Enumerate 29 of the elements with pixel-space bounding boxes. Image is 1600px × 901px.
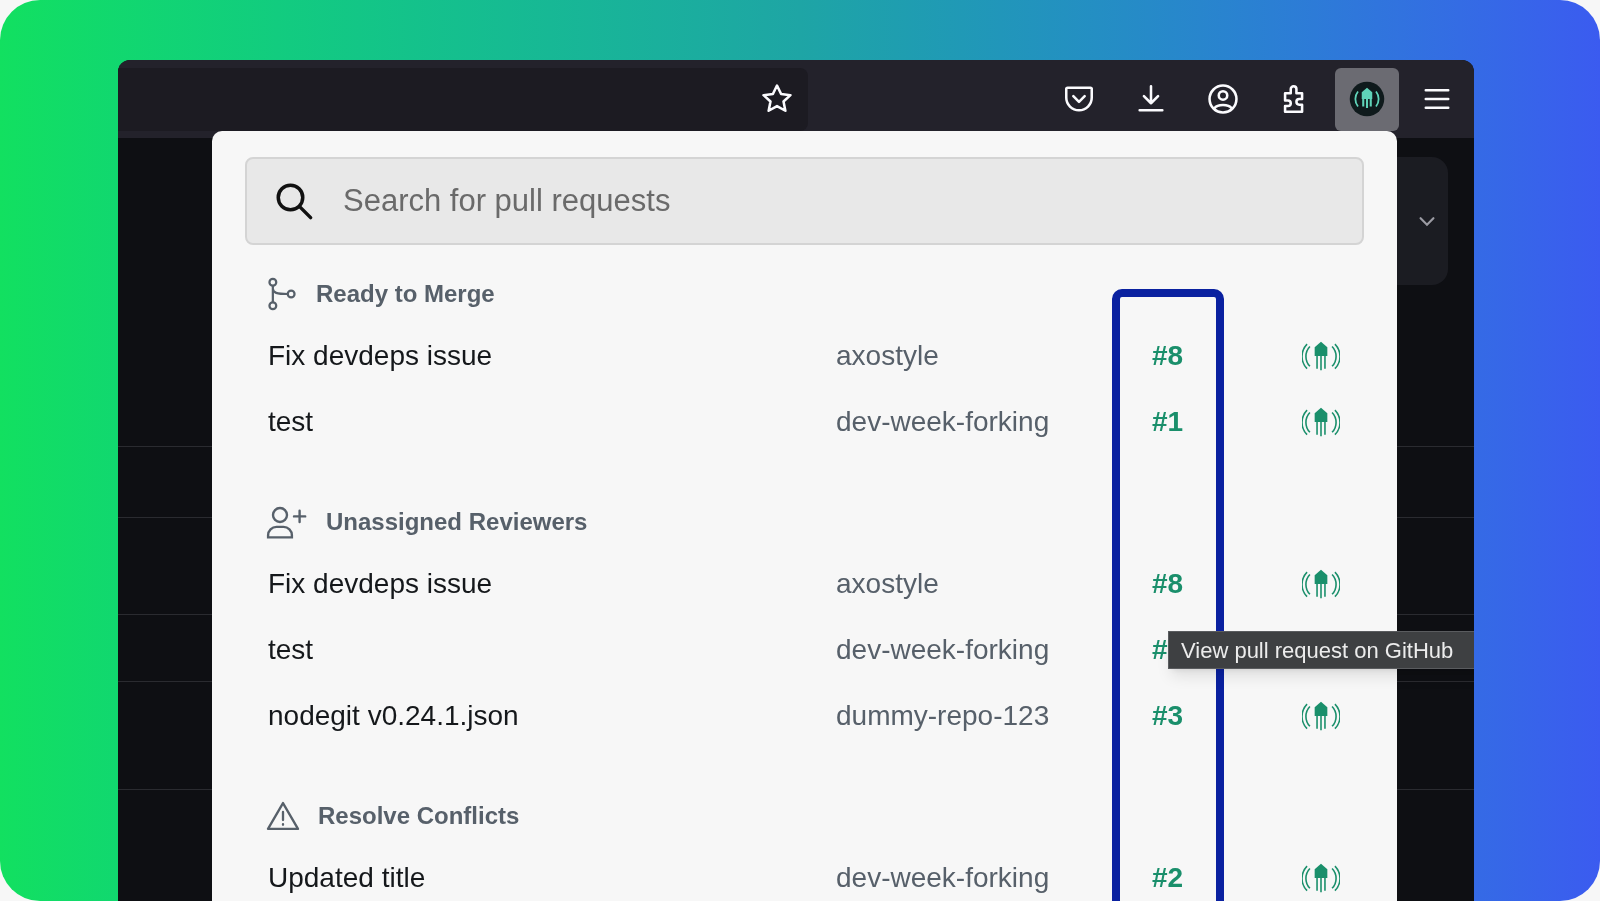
pull-request-title[interactable]: test (268, 401, 314, 443)
pull-request-title[interactable]: Updated title (268, 857, 426, 899)
warning-icon (266, 801, 300, 831)
pull-request-number[interactable]: #8 (1152, 335, 1184, 377)
repository-name: dummy-repo-123 (836, 699, 1050, 733)
section-heading: Ready to Merge (316, 279, 495, 309)
repository-name: dev-week-forking (836, 633, 1050, 667)
pull-request-title[interactable]: Fix devdeps issue (268, 563, 493, 605)
octopus-logo-icon (1349, 81, 1385, 117)
branch-merge-icon (266, 277, 298, 311)
pull-request-number[interactable]: #2 (1152, 857, 1184, 899)
tooltip: View pull request on GitHub (1168, 631, 1474, 669)
repository-name: dev-week-forking (836, 405, 1050, 439)
repository-name: axostyle (836, 567, 939, 601)
search-field[interactable]: Search for pull requests (245, 157, 1364, 245)
pull-request-number[interactable]: #8 (1152, 563, 1184, 605)
pull-request-number[interactable]: #3 (1152, 695, 1184, 737)
pull-request-title[interactable]: Fix devdeps issue (268, 335, 493, 377)
pull-request-title[interactable]: test (268, 629, 314, 671)
section-heading: Unassigned Reviewers (326, 507, 588, 537)
section-heading: Resolve Conflicts (318, 801, 520, 831)
repository-name: dev-week-forking (836, 861, 1050, 895)
add-person-icon (266, 505, 308, 539)
extension-button[interactable] (1335, 67, 1399, 131)
pull-request-number[interactable]: # (1152, 629, 1168, 671)
account-icon[interactable] (1206, 82, 1240, 116)
repository-name: axostyle (836, 339, 939, 373)
pull-request-title[interactable]: nodegit v0.24.1.json (268, 695, 519, 737)
pull-request-number[interactable]: #1 (1152, 401, 1184, 443)
